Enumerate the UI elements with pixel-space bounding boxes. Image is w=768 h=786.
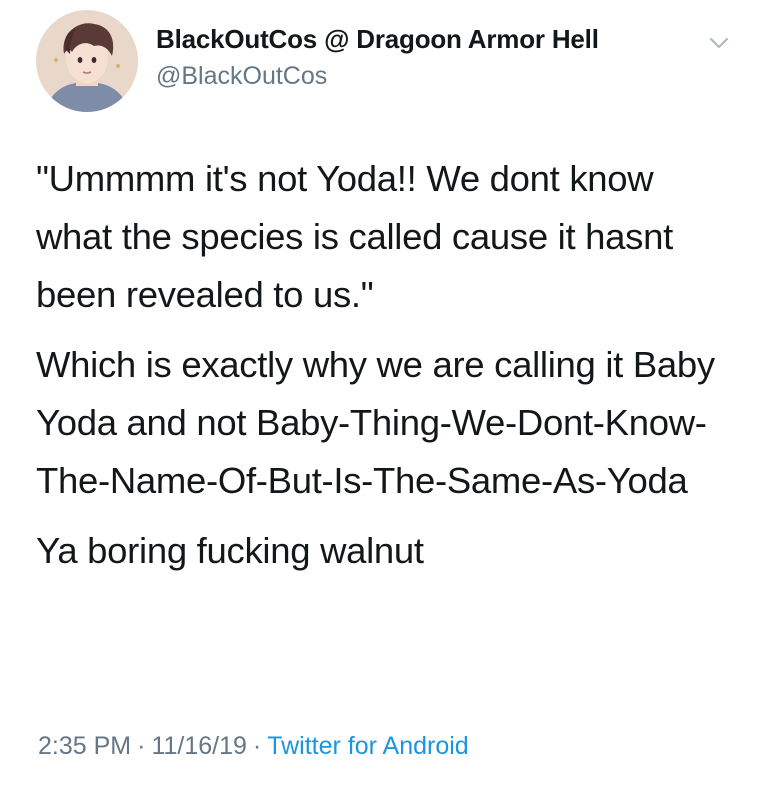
separator: · bbox=[137, 732, 146, 760]
avatar[interactable] bbox=[36, 10, 138, 112]
tweet-paragraph: "Ummmm it's not Yoda!! We dont know what… bbox=[36, 158, 673, 315]
tweet-text: "Ummmm it's not Yoda!! We dont know what… bbox=[36, 150, 736, 592]
tweet-date[interactable]: 11/16/19 bbox=[151, 732, 246, 760]
separator: · bbox=[252, 732, 262, 760]
tweet-metadata: 2:35 PM · 11/16/19 · Twitter for Android bbox=[38, 732, 469, 761]
tweet-time[interactable]: 2:35 PM bbox=[38, 732, 131, 760]
display-name[interactable]: BlackOutCos @ Dragoon Armor Hell bbox=[156, 24, 599, 55]
avatar-illustration bbox=[36, 10, 138, 112]
user-handle[interactable]: @BlackOutCos bbox=[156, 62, 327, 91]
tweet-paragraph: Ya boring fucking walnut bbox=[36, 530, 424, 571]
tweet-source-link[interactable]: Twitter for Android bbox=[267, 732, 468, 760]
tweet-paragraph: Which is exactly why we are calling it B… bbox=[36, 344, 715, 501]
tweet-card: BlackOutCos @ Dragoon Armor Hell @BlackO… bbox=[0, 0, 768, 786]
chevron-down-icon[interactable] bbox=[706, 30, 732, 56]
